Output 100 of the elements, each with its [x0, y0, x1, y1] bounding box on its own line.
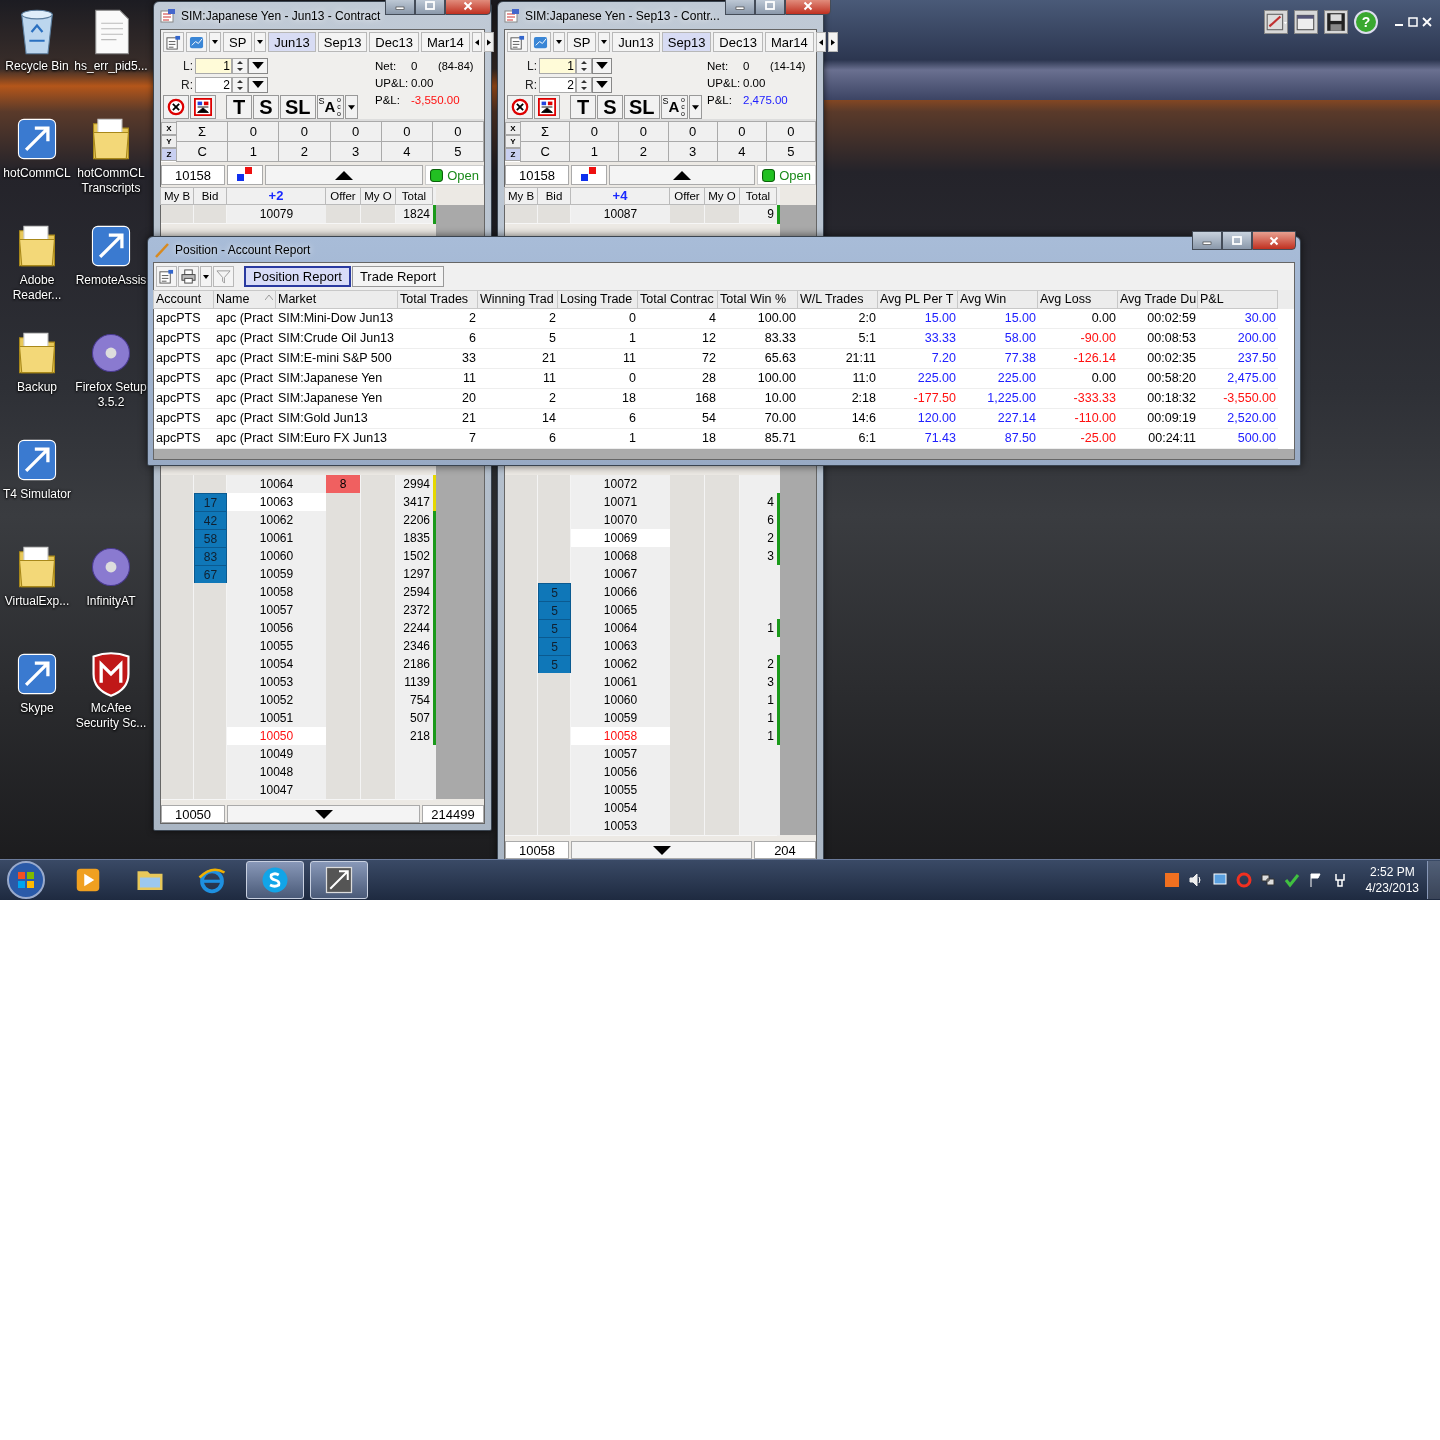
- column-header[interactable]: Total Win %: [717, 290, 798, 309]
- offer-cell[interactable]: [670, 205, 705, 224]
- my-offer-cell[interactable]: [361, 781, 396, 800]
- dropdown-button[interactable]: [345, 95, 359, 119]
- grid-cell[interactable]: 4: [380, 141, 433, 162]
- order-type-button[interactable]: T: [570, 95, 596, 119]
- order-type-button[interactable]: SL: [624, 95, 660, 119]
- spread-button[interactable]: SP: [567, 32, 597, 52]
- dropdown-button[interactable]: [592, 76, 612, 93]
- network-icon[interactable]: [1259, 872, 1276, 888]
- order-type-button[interactable]: SL: [280, 95, 316, 119]
- offer-cell[interactable]: [326, 493, 361, 513]
- print-button[interactable]: [178, 266, 199, 287]
- desktop-icon-label[interactable]: hotCommCL Transcripts: [74, 166, 148, 196]
- desktop-icon-label[interactable]: Recycle Bin: [5, 59, 69, 74]
- dropdown-button[interactable]: [592, 57, 612, 74]
- quantity-field[interactable]: 2: [195, 76, 232, 93]
- close-button[interactable]: [445, 0, 492, 15]
- depth-button[interactable]: [571, 165, 607, 185]
- properties-button[interactable]: [156, 266, 177, 287]
- scroll-left-button[interactable]: [815, 32, 826, 52]
- bid-cell[interactable]: [538, 817, 571, 836]
- desktop-icon-label[interactable]: hs_err_pid5...: [74, 59, 148, 74]
- axis-button[interactable]: Z: [505, 148, 521, 161]
- contract-tab[interactable]: Mar14: [420, 32, 470, 52]
- spinner-icon[interactable]: [232, 57, 248, 74]
- desktop-icon-label[interactable]: Firefox Setup 3.5.2: [74, 380, 148, 410]
- report-tab[interactable]: Trade Report: [351, 266, 444, 287]
- maximize-button[interactable]: [415, 0, 446, 15]
- clock-date[interactable]: 4/23/2013: [1365, 880, 1419, 896]
- grid-cell[interactable]: 3: [329, 141, 382, 162]
- grid-cell[interactable]: 5: [431, 141, 484, 162]
- window-icon[interactable]: [1294, 10, 1318, 34]
- properties-button[interactable]: [507, 32, 528, 52]
- desktop-icon-label[interactable]: Adobe Reader...: [0, 273, 74, 303]
- scroll-down-button[interactable]: [571, 841, 752, 859]
- grid-cell[interactable]: 5: [765, 141, 816, 162]
- dropdown-button[interactable]: [254, 32, 267, 52]
- my-offer-cell[interactable]: [361, 205, 396, 224]
- axis-button[interactable]: Y: [505, 135, 521, 148]
- depth-button[interactable]: [227, 165, 263, 185]
- maximize-button[interactable]: [1222, 231, 1252, 250]
- grid-cell[interactable]: Σ: [520, 121, 571, 142]
- grid-cell[interactable]: 0: [278, 121, 331, 142]
- dropdown-button[interactable]: [553, 32, 565, 52]
- flag-icon[interactable]: [1307, 872, 1324, 888]
- column-header[interactable]: W/L Trades: [797, 290, 878, 309]
- ring-icon[interactable]: [1235, 872, 1252, 888]
- grid-cell[interactable]: C: [176, 141, 229, 162]
- scroll-left-button[interactable]: [471, 32, 482, 52]
- order-type-button[interactable]: T: [226, 95, 252, 119]
- grid-cell[interactable]: 2: [278, 141, 331, 162]
- column-header[interactable]: Avg PL Per T: [877, 290, 958, 309]
- grid-cell[interactable]: 1: [227, 141, 280, 162]
- offer-cell[interactable]: [326, 205, 361, 224]
- column-header[interactable]: Avg Loss: [1037, 290, 1118, 309]
- desktop-icon-label[interactable]: T4 Simulator: [3, 487, 71, 502]
- dropdown-button[interactable]: [248, 76, 268, 93]
- dropdown-button[interactable]: [209, 32, 221, 52]
- column-header[interactable]: P&L: [1197, 290, 1278, 309]
- show-desktop-button[interactable]: [1427, 861, 1440, 899]
- grid-cell[interactable]: 0: [569, 121, 620, 142]
- clock-time[interactable]: 2:52 PM: [1369, 864, 1415, 880]
- offer-cell[interactable]: [326, 781, 361, 800]
- contract-tab[interactable]: Sep13: [661, 32, 712, 52]
- start-button[interactable]: [6, 860, 46, 900]
- taskbar-button[interactable]: [246, 861, 304, 899]
- close-button[interactable]: [784, 0, 831, 15]
- my-bid-cell[interactable]: [505, 205, 538, 224]
- column-header[interactable]: Market: [275, 290, 398, 309]
- my-bid-cell[interactable]: [505, 817, 538, 836]
- save-icon[interactable]: [1324, 10, 1348, 34]
- column-header[interactable]: Losing Trade: [557, 290, 638, 309]
- my-offer-cell[interactable]: [705, 817, 740, 836]
- grid-cell[interactable]: Σ: [176, 121, 229, 142]
- grid-cell[interactable]: 3: [667, 141, 718, 162]
- order-type-button[interactable]: S: [253, 95, 279, 119]
- check-icon[interactable]: [1283, 872, 1300, 888]
- grid-cell[interactable]: 4: [716, 141, 767, 162]
- grid-cell[interactable]: 2: [618, 141, 669, 162]
- quantity-field[interactable]: 1: [195, 57, 232, 74]
- axis-button[interactable]: Z: [161, 148, 177, 161]
- minimize-button[interactable]: [385, 0, 416, 15]
- bid-cell[interactable]: [194, 205, 227, 224]
- scroll-down-button[interactable]: [227, 805, 420, 823]
- contract-tab[interactable]: Mar14: [764, 32, 814, 52]
- bid-cell[interactable]: [538, 205, 571, 224]
- desktop-icon-label[interactable]: RemoteAssis: [75, 273, 147, 288]
- speaker-icon[interactable]: [1187, 872, 1204, 888]
- contract-tab[interactable]: Dec13: [713, 32, 763, 52]
- axis-button[interactable]: Y: [161, 135, 177, 148]
- desktop-icon-label[interactable]: Skype: [20, 701, 54, 716]
- offer-cell[interactable]: [670, 817, 705, 836]
- flatten-button[interactable]: [190, 95, 216, 119]
- report-tab[interactable]: Position Report: [244, 266, 351, 287]
- axis-button[interactable]: X: [161, 122, 177, 135]
- spinner-icon[interactable]: [576, 57, 592, 74]
- cancel-all-button[interactable]: [507, 95, 533, 119]
- cancel-all-button[interactable]: [163, 95, 189, 119]
- close-icon[interactable]: [1422, 17, 1432, 27]
